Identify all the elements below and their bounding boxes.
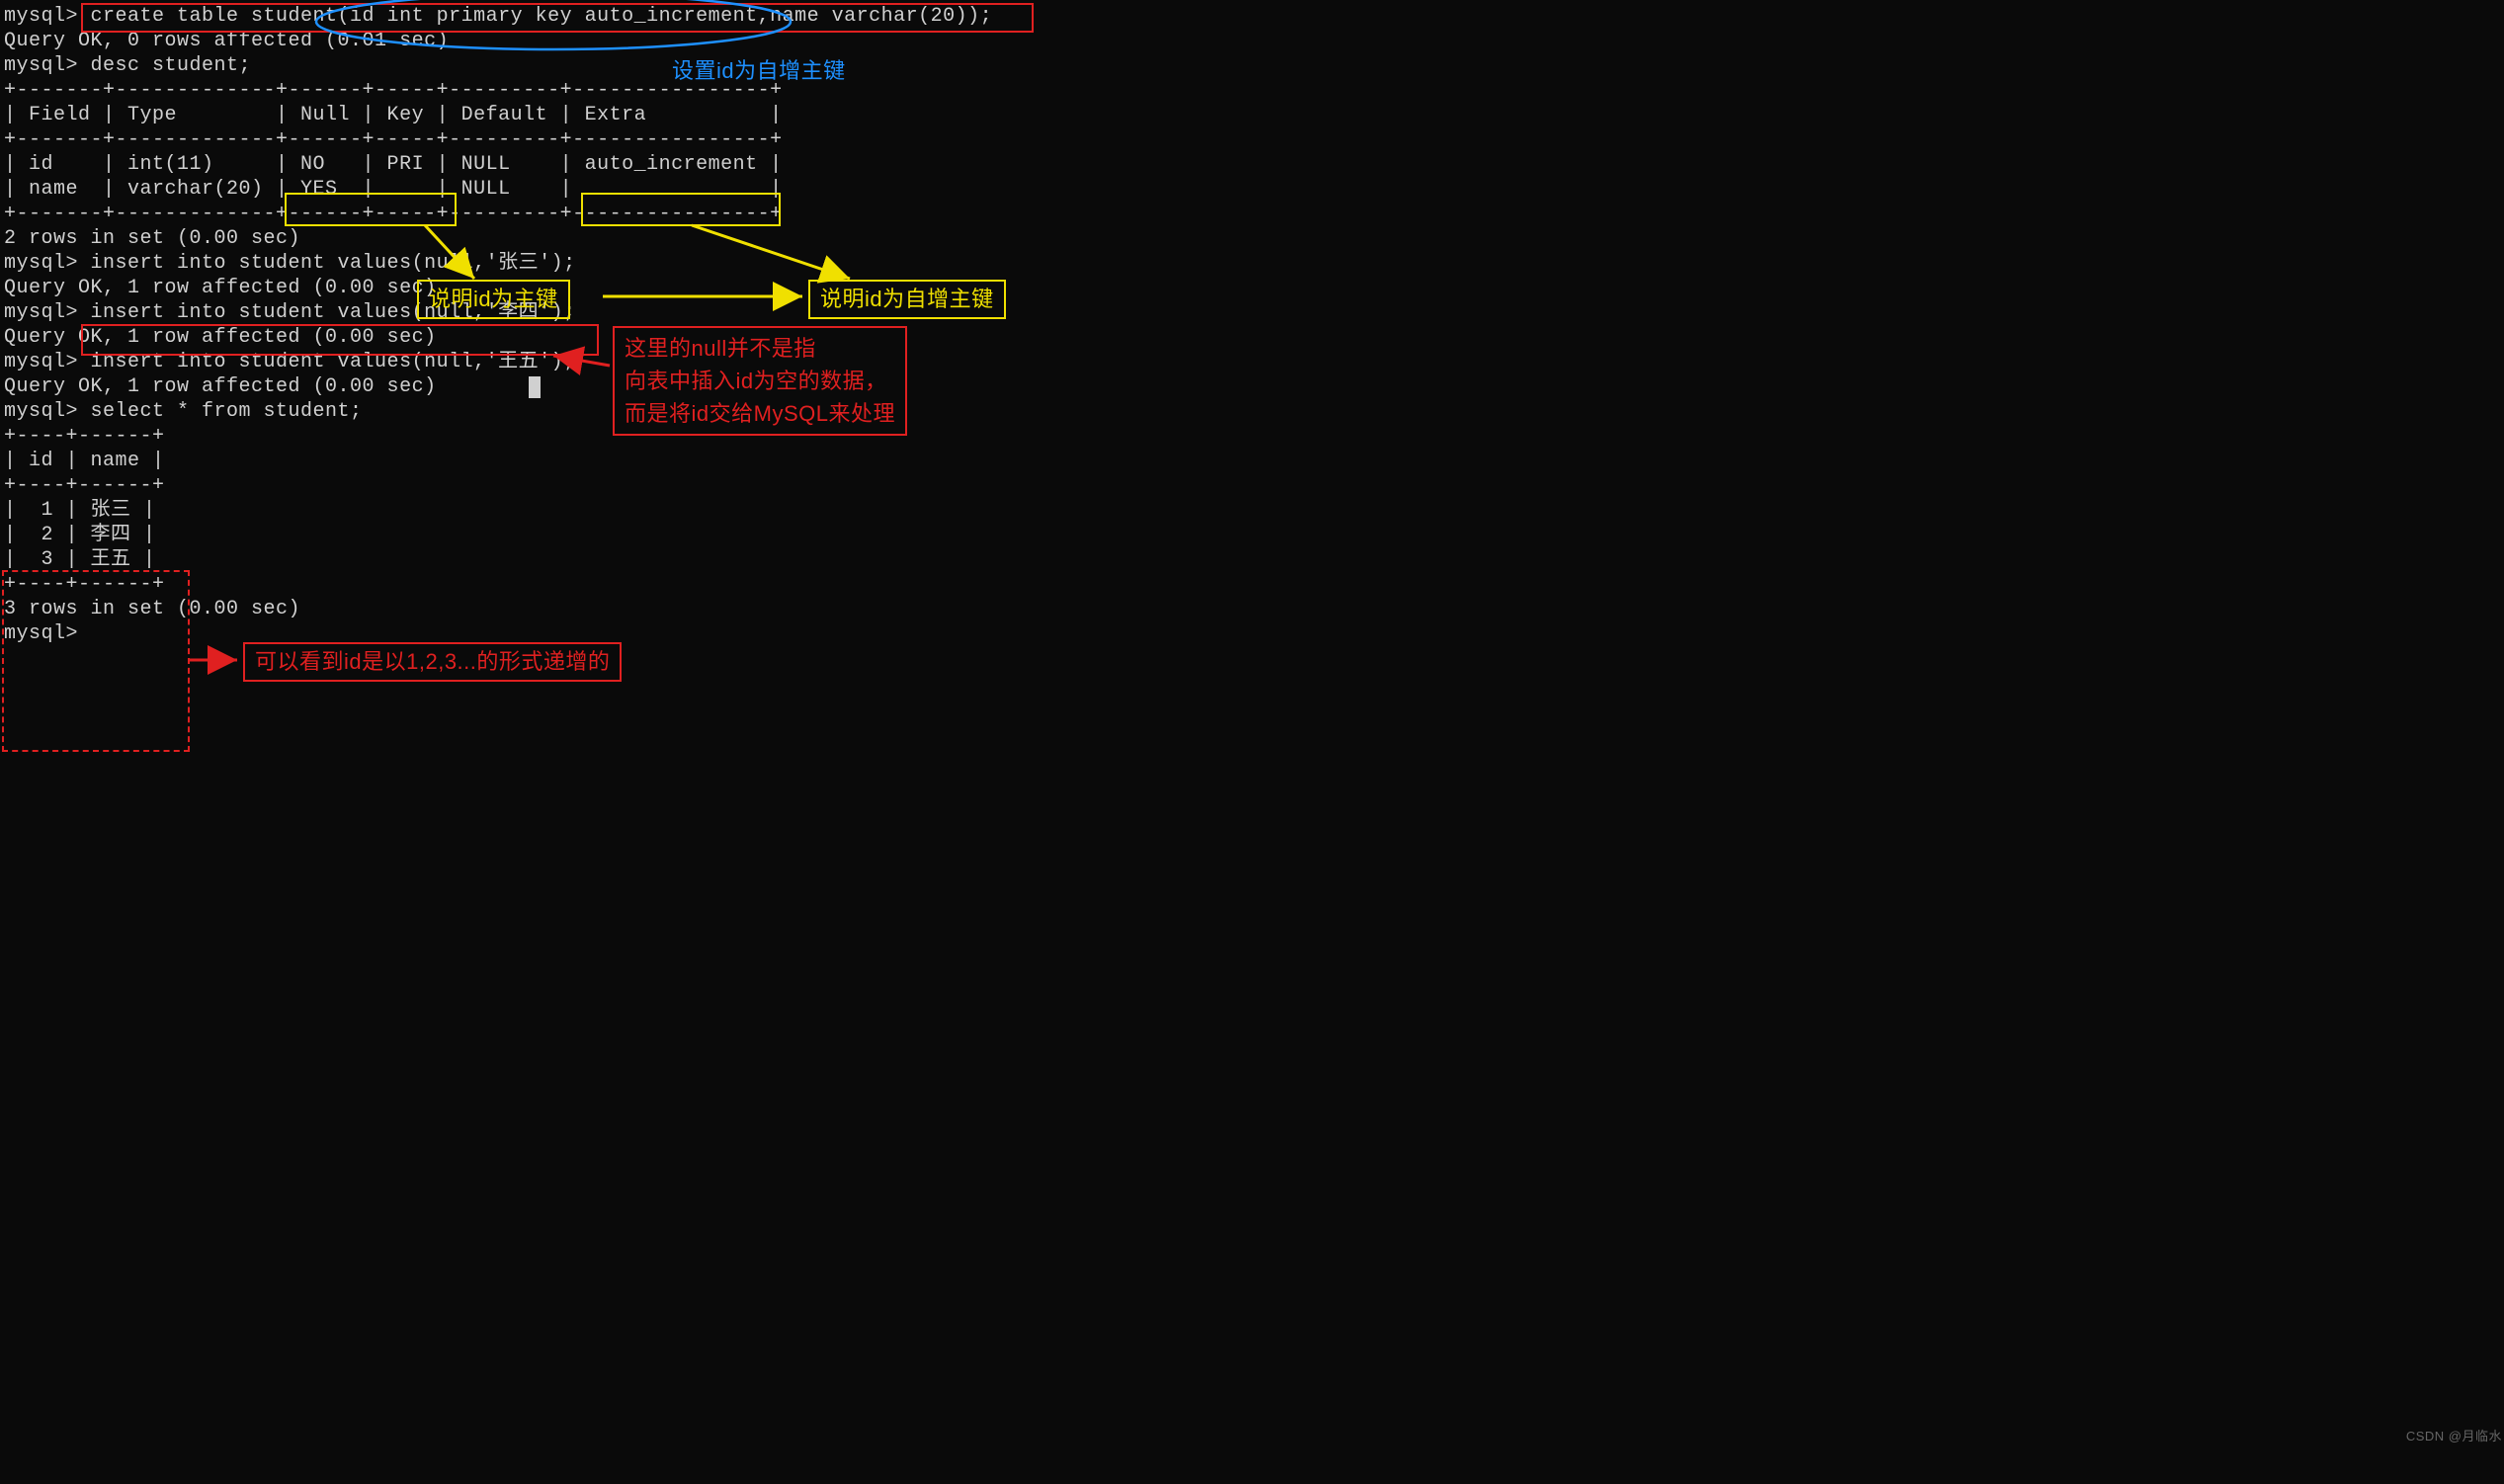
highlight-create-statement	[81, 3, 1034, 33]
sql-insert-line: mysql> insert into student values(null,'…	[4, 300, 2504, 325]
result-line: 2 rows in set (0.00 sec)	[4, 226, 2504, 251]
result-line: Query OK, 1 row affected (0.00 sec)	[4, 374, 2504, 399]
table-row: | 1 | 张三 |	[4, 498, 2504, 523]
table-row: | 2 | 李四 |	[4, 523, 2504, 547]
table-border: +----+------+	[4, 424, 2504, 449]
sql-select-line: mysql> select * from student;	[4, 399, 2504, 424]
annotation-red-line1: 这里的null并不是指	[625, 332, 895, 365]
result-line: 3 rows in set (0.00 sec)	[4, 597, 2504, 621]
table-border: +-------+-------------+------+-----+----…	[4, 78, 2504, 103]
watermark: CSDN @月临水	[2406, 1429, 2502, 1444]
result-line: Query OK, 1 row affected (0.00 sec)	[4, 276, 2504, 300]
annotation-red-null-explain: 这里的null并不是指 向表中插入id为空的数据， 而是将id交给MySQL来处…	[613, 326, 907, 436]
table-row: | id | int(11) | NO | PRI | NULL | auto_…	[4, 152, 2504, 177]
annotation-blue-autoincrement: 设置id为自增主键	[672, 57, 846, 85]
annotation-red-increment: 可以看到id是以1,2,3...的形式递增的	[243, 642, 622, 682]
annotation-yellow-pk: 说明id为主键	[417, 280, 570, 319]
cursor-block	[529, 375, 541, 400]
annotation-red-line2: 向表中插入id为空的数据，	[625, 365, 895, 397]
table-header: | id | name |	[4, 449, 2504, 473]
table-header: | Field | Type | Null | Key | Default | …	[4, 103, 2504, 127]
sql-insert-line: mysql> insert into student values(null,'…	[4, 251, 2504, 276]
annotation-yellow-auto-pk: 说明id为自增主键	[808, 280, 1006, 319]
table-border: +----+------+	[4, 572, 2504, 597]
highlight-null-key-cells	[285, 193, 457, 226]
table-border: +----+------+	[4, 473, 2504, 498]
table-border: +-------+-------------+------+-----+----…	[4, 127, 2504, 152]
highlight-select-result	[2, 570, 190, 752]
highlight-insert-statement	[81, 324, 599, 356]
highlight-extra-cell	[581, 193, 781, 226]
annotation-red-line3: 而是将id交给MySQL来处理	[625, 397, 895, 430]
sql-desc-line: mysql> desc student;	[4, 53, 2504, 78]
table-row: | 3 | 王五 |	[4, 547, 2504, 572]
